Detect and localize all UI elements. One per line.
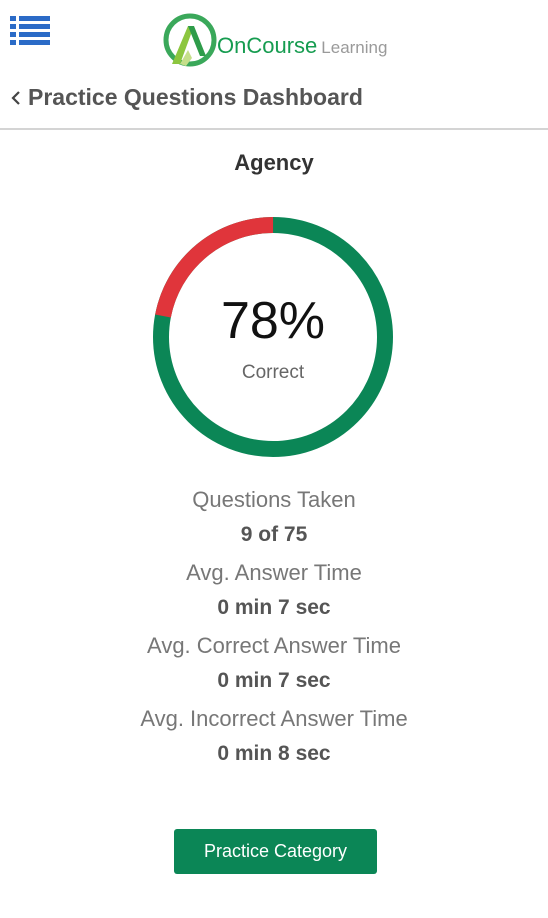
score-label: Correct (241, 362, 305, 383)
stats-list: Questions Taken 9 of 75 Avg. Answer Time… (0, 484, 548, 776)
app-header: OnCourse Learning Practice Questions Dash… (0, 0, 548, 130)
questions-taken-label: Questions Taken (192, 487, 356, 512)
page-title: Practice Questions Dashboard (28, 84, 363, 110)
practice-category-button[interactable]: Practice Category (174, 829, 377, 874)
category-title: Agency (234, 150, 314, 175)
avg-correct-time-label: Avg. Correct Answer Time (147, 633, 401, 658)
logo-mark-icon (163, 13, 217, 67)
avg-answer-time-value: 0 min 7 sec (217, 596, 331, 619)
chevron-left-icon (11, 90, 20, 105)
logo-text: OnCourse Learning (217, 33, 387, 59)
avg-answer-time-label: Avg. Answer Time (186, 560, 362, 585)
score-ring: 78% Correct (153, 217, 393, 457)
oncourse-logo: OnCourse Learning (162, 10, 392, 70)
back-link[interactable]: Practice Questions Dashboard (10, 84, 363, 111)
logo-brand: OnCourse (217, 33, 318, 58)
score-percent: 78% (220, 292, 326, 350)
menu-icon[interactable] (10, 14, 50, 48)
avg-incorrect-time-value: 0 min 8 sec (217, 742, 331, 765)
avg-incorrect-time-label: Avg. Incorrect Answer Time (140, 706, 408, 731)
avg-correct-time-value: 0 min 7 sec (217, 669, 331, 692)
logo-sub: Learning (321, 38, 388, 57)
questions-taken-value: 9 of 75 (240, 523, 308, 546)
